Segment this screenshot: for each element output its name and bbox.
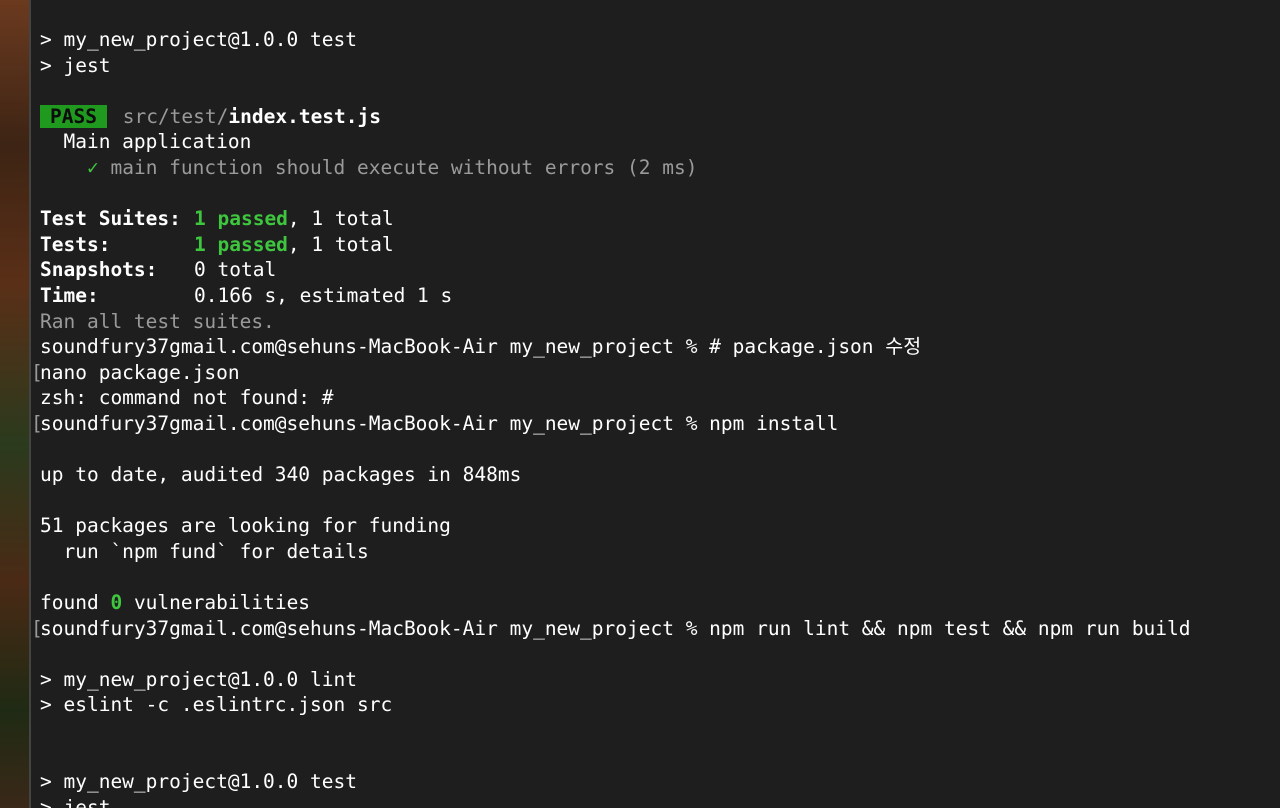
test-result-line: PASS src/test/index.test.js	[40, 104, 1270, 130]
output-line: > jest	[40, 53, 111, 77]
summary-value: 0.166 s, estimated 1 s	[194, 283, 453, 307]
summary-value: 0 total	[194, 258, 277, 282]
check-icon: ✓	[86, 155, 99, 179]
describe-line: Main application	[40, 129, 1270, 155]
bracket-mark: [	[31, 411, 43, 435]
ran-all-line: Ran all test suites.	[40, 309, 275, 333]
prompt-text: soundfury37gmail.com@sehuns-MacBook-Air …	[40, 616, 1191, 640]
command-line: [nano package.json	[31, 360, 1270, 386]
npm-output-line: up to date, audited 340 packages in 848m…	[40, 463, 522, 487]
summary-snapshots: Snapshots: 0 total	[40, 257, 1270, 283]
npm-output-line: 51 packages are looking for funding	[40, 514, 451, 538]
found-suffix: vulnerabilities	[122, 591, 311, 615]
desktop-wallpaper-strip	[0, 0, 30, 808]
prompt-line: [soundfury37gmail.com@sehuns-MacBook-Air…	[31, 411, 1270, 437]
output-line: > my_new_project@1.0.0 test	[40, 770, 357, 794]
output-line: > my_new_project@1.0.0 test	[40, 28, 357, 51]
found-prefix: found	[40, 591, 111, 615]
npm-output-line: run `npm fund` for details	[40, 539, 369, 563]
prompt-text: soundfury37gmail.com@sehuns-MacBook-Air …	[40, 411, 839, 435]
summary-label: Snapshots:	[40, 258, 158, 282]
prompt-line: soundfury37gmail.com@sehuns-MacBook-Air …	[40, 335, 922, 359]
summary-passed: 1 passed	[194, 207, 288, 231]
summary-total: , 1 total	[287, 207, 394, 231]
test-path: src/test/	[122, 104, 229, 128]
test-case-label: main function should execute without err…	[110, 155, 698, 179]
command-text: nano package.json	[40, 360, 240, 384]
summary-label: Time:	[40, 283, 99, 307]
terminal-window[interactable]: > my_new_project@1.0.0 test > jest PASS …	[31, 0, 1280, 808]
test-case-line: ✓ main function should execute without e…	[40, 155, 1270, 181]
output-line: > eslint -c .eslintrc.json src	[40, 693, 393, 717]
summary-passed: 1 passed	[194, 232, 288, 256]
output-line: > my_new_project@1.0.0 lint	[40, 667, 357, 691]
summary-total: , 1 total	[287, 232, 394, 256]
vulnerability-count: 0	[110, 591, 123, 615]
describe-block-label: Main application	[63, 130, 252, 154]
summary-label: Tests:	[40, 232, 111, 256]
pass-badge: PASS	[40, 104, 107, 128]
summary-tests: Tests: 1 passed, 1 total	[40, 232, 1270, 258]
summary-label: Test Suites:	[40, 207, 181, 231]
vulnerabilities-line: found 0 vulnerabilities	[40, 590, 1270, 616]
error-line: zsh: command not found: #	[40, 386, 334, 410]
summary-suites: Test Suites: 1 passed, 1 total	[40, 206, 1270, 232]
terminal-output: > my_new_project@1.0.0 test > jest PASS …	[31, 27, 1270, 808]
test-file-name: index.test.js	[228, 104, 382, 128]
bracket-mark: [	[31, 616, 43, 640]
summary-time: Time: 0.166 s, estimated 1 s	[40, 283, 1270, 309]
prompt-line: [soundfury37gmail.com@sehuns-MacBook-Air…	[31, 616, 1270, 642]
bracket-mark: [	[31, 360, 43, 384]
output-line: > jest	[40, 795, 111, 808]
